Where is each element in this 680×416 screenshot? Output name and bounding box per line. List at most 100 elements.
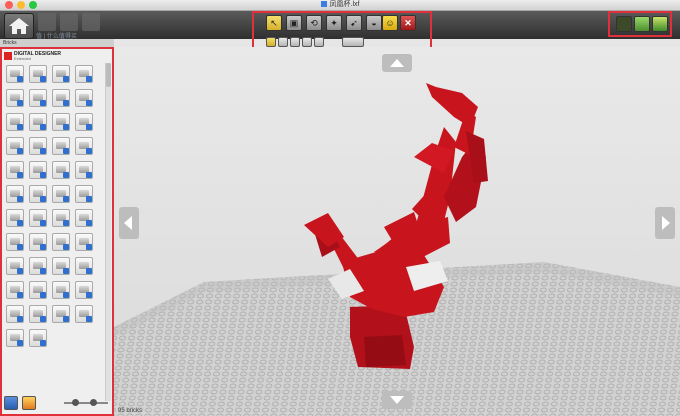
brick-palette-item[interactable] xyxy=(6,305,24,323)
same-shape-select-button[interactable] xyxy=(302,37,312,47)
hide-button[interactable] xyxy=(342,37,364,47)
hinge-tool-button[interactable]: ⟲ xyxy=(306,15,322,31)
paint-tool-button[interactable]: ◒ xyxy=(366,15,382,31)
brick-palette-item[interactable] xyxy=(75,89,93,107)
hinge-icon: ⟲ xyxy=(310,17,318,28)
select-arrow-icon: ↖ xyxy=(270,17,278,28)
brick-palette-item[interactable] xyxy=(75,185,93,203)
brick-palette-item[interactable] xyxy=(75,137,93,155)
brick-palette-item[interactable] xyxy=(52,305,70,323)
brick-palette-item[interactable] xyxy=(52,281,70,299)
group-badge-icon xyxy=(86,124,92,130)
group-badge-icon xyxy=(40,100,46,106)
group-badge-icon xyxy=(63,220,69,226)
brick-palette-item[interactable] xyxy=(29,65,47,83)
brick-palette-item[interactable] xyxy=(6,65,24,83)
scroll-thumb[interactable] xyxy=(106,63,111,87)
brick-palette-item[interactable] xyxy=(75,161,93,179)
window-title: 凤凰杯.lxf xyxy=(0,0,680,10)
brick-palette-item[interactable] xyxy=(29,209,47,227)
group-view-button[interactable] xyxy=(4,396,18,410)
group-badge-icon xyxy=(40,268,46,274)
3d-viewport[interactable]: 95 bricks xyxy=(114,47,680,416)
group-badge-icon xyxy=(17,100,23,106)
brick-palette-item[interactable] xyxy=(6,281,24,299)
connected-select-button[interactable] xyxy=(278,37,288,47)
brick-palette-item[interactable] xyxy=(29,161,47,179)
group-badge-icon xyxy=(40,196,46,202)
hinge-align-tool-button[interactable]: ✦ xyxy=(326,15,342,31)
rotate-down-button[interactable] xyxy=(382,391,412,409)
flex-tool-button[interactable]: ➹ xyxy=(346,15,362,31)
group-badge-icon xyxy=(63,292,69,298)
palette-subtitle: Extended xyxy=(14,56,31,61)
brick-palette-item[interactable] xyxy=(6,185,24,203)
brick-palette-item[interactable] xyxy=(75,65,93,83)
brick-palette-item[interactable] xyxy=(29,329,47,347)
group-badge-icon xyxy=(40,340,46,346)
brick-palette-item[interactable] xyxy=(75,281,93,299)
rotate-left-button[interactable] xyxy=(119,207,139,239)
brick-palette-item[interactable] xyxy=(29,137,47,155)
invert-select-button[interactable] xyxy=(314,37,324,47)
select-tool-button[interactable]: ↖ xyxy=(266,15,282,31)
zoom-slider[interactable] xyxy=(64,399,108,406)
palette-scrollbar[interactable] xyxy=(105,63,111,401)
brick-palette-item[interactable] xyxy=(6,233,24,251)
view-mode-button[interactable] xyxy=(634,16,650,32)
brick-palette-item[interactable] xyxy=(29,257,47,275)
slider-knob[interactable] xyxy=(90,399,97,406)
redo-button[interactable] xyxy=(82,13,100,31)
brick-palette-item[interactable] xyxy=(52,233,70,251)
brick-palette-item[interactable] xyxy=(75,113,93,131)
minifig-paint-icon: ☺ xyxy=(385,18,395,28)
group-badge-icon xyxy=(40,172,46,178)
brick-palette-item[interactable] xyxy=(75,233,93,251)
flex-icon: ➹ xyxy=(350,17,358,28)
group-badge-icon xyxy=(17,124,23,130)
single-select-button[interactable] xyxy=(266,37,276,47)
brick-palette-item[interactable] xyxy=(6,257,24,275)
brick-palette-item[interactable] xyxy=(29,281,47,299)
brick-palette-item[interactable] xyxy=(6,89,24,107)
hinge-align-icon: ✦ xyxy=(330,17,338,28)
rotate-right-button[interactable] xyxy=(655,207,675,239)
brick-palette: DIGITAL DESIGNER Extended xyxy=(0,47,114,416)
brick-palette-item[interactable] xyxy=(29,185,47,203)
brick-palette-item[interactable] xyxy=(75,209,93,227)
same-color-select-button[interactable] xyxy=(290,37,300,47)
brick-palette-item[interactable] xyxy=(29,89,47,107)
clone-tool-button[interactable]: ▣ xyxy=(286,15,302,31)
rotate-up-button[interactable] xyxy=(382,54,412,72)
undo-button[interactable] xyxy=(38,13,56,31)
group-badge-icon xyxy=(63,76,69,82)
build-mode-button[interactable] xyxy=(616,16,632,32)
brick-palette-item[interactable] xyxy=(52,209,70,227)
color-palette-button[interactable] xyxy=(22,396,36,410)
brick-palette-item[interactable] xyxy=(52,257,70,275)
building-guide-button[interactable] xyxy=(652,16,668,32)
brick-palette-item[interactable] xyxy=(52,137,70,155)
delete-tool-button[interactable]: ✕ xyxy=(400,15,416,31)
brick-palette-item[interactable] xyxy=(6,329,24,347)
minifig-paint-button[interactable]: ☺ xyxy=(382,15,398,31)
slider-knob[interactable] xyxy=(72,399,79,406)
home-button[interactable] xyxy=(4,13,34,39)
brick-palette-item[interactable] xyxy=(29,113,47,131)
brick-palette-item[interactable] xyxy=(75,305,93,323)
brick-palette-item[interactable] xyxy=(75,257,93,275)
brick-palette-item[interactable] xyxy=(29,233,47,251)
brick-palette-item[interactable] xyxy=(6,209,24,227)
group-badge-icon xyxy=(86,268,92,274)
brick-palette-item[interactable] xyxy=(6,113,24,131)
brick-palette-item[interactable] xyxy=(52,185,70,203)
camera-button[interactable] xyxy=(60,13,78,31)
brick-palette-item[interactable] xyxy=(52,89,70,107)
brick-palette-item[interactable] xyxy=(52,113,70,131)
brick-palette-item[interactable] xyxy=(29,305,47,323)
brick-palette-item[interactable] xyxy=(6,137,24,155)
brick-palette-item[interactable] xyxy=(52,161,70,179)
brick-palette-item[interactable] xyxy=(6,161,24,179)
palette-tab[interactable]: Bricks xyxy=(0,39,114,47)
brick-palette-item[interactable] xyxy=(52,65,70,83)
